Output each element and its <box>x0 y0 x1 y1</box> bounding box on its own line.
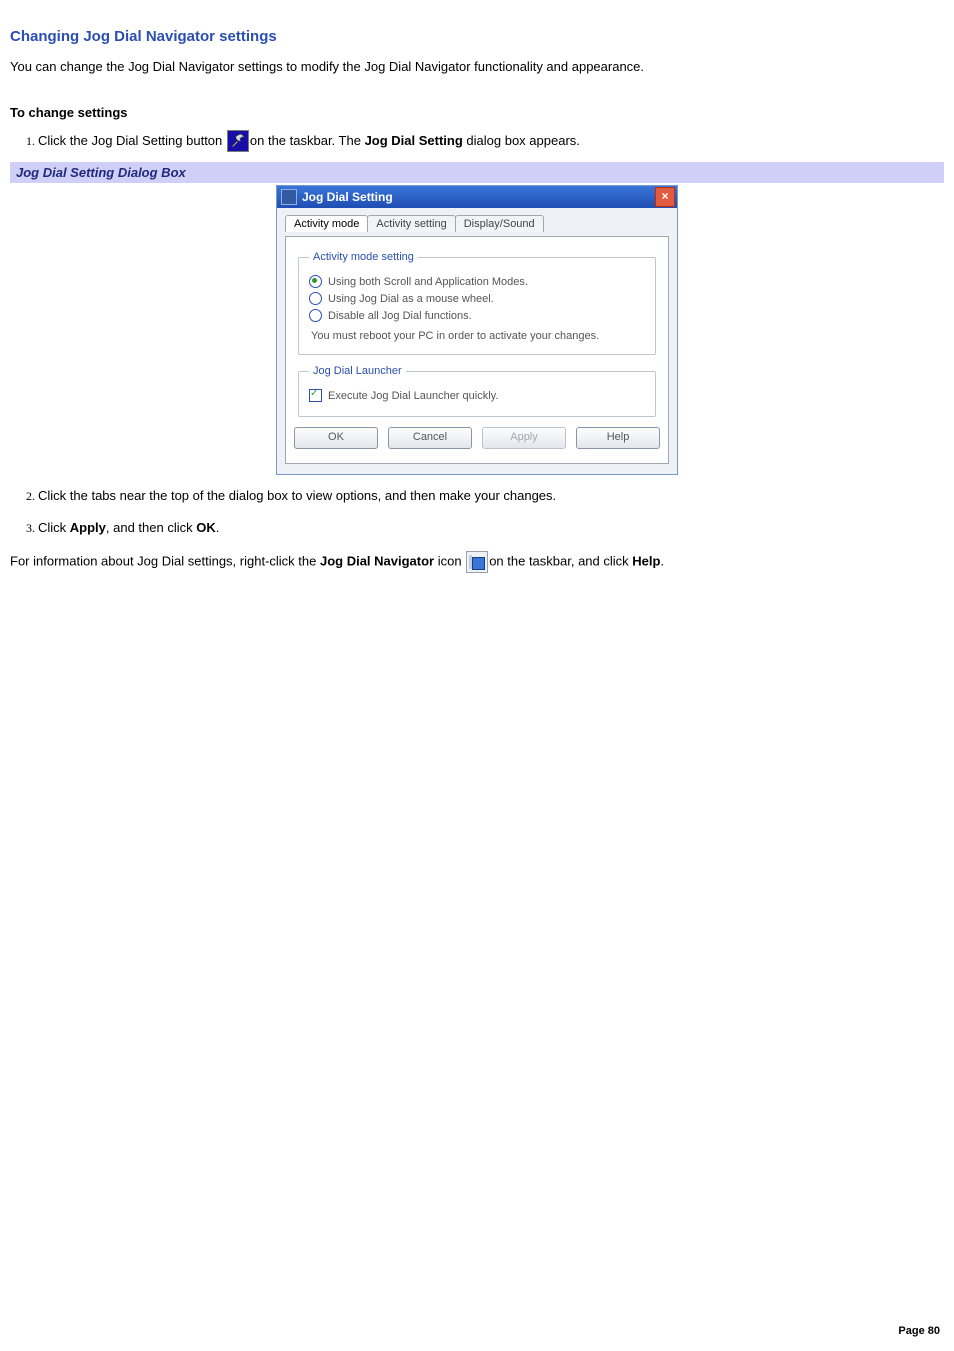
step3-apply: Apply <box>70 520 106 535</box>
activity-mode-fieldset: Activity mode setting Using both Scroll … <box>298 251 656 355</box>
option-label: Execute Jog Dial Launcher quickly. <box>328 390 498 402</box>
ok-button[interactable]: OK <box>294 427 378 449</box>
steps-list: Click the Jog Dial Setting button on the… <box>38 130 944 153</box>
option-label: Using Jog Dial as a mouse wheel. <box>328 293 494 305</box>
step3-end: . <box>216 520 220 535</box>
final-end: . <box>660 554 664 569</box>
option-mouse-wheel[interactable]: Using Jog Dial as a mouse wheel. <box>309 292 645 305</box>
final-help: Help <box>632 554 660 569</box>
reboot-hint: You must reboot your PC in order to acti… <box>311 330 643 342</box>
option-disable-all[interactable]: Disable all Jog Dial functions. <box>309 309 645 322</box>
apply-button[interactable]: Apply <box>482 427 566 449</box>
step-3: Click Apply, and then click OK. <box>38 517 944 539</box>
activity-mode-legend: Activity mode setting <box>309 251 418 263</box>
radio-icon[interactable] <box>309 275 322 288</box>
step1-text-a: Click the Jog Dial Setting button <box>38 133 226 148</box>
tab-display-sound[interactable]: Display/Sound <box>455 215 544 232</box>
steps-list-cont: Click the tabs near the top of the dialo… <box>38 485 944 539</box>
cancel-button[interactable]: Cancel <box>388 427 472 449</box>
dialog-button-row: OK Cancel Apply Help <box>298 427 656 449</box>
figure-caption: Jog Dial Setting Dialog Box <box>10 162 944 183</box>
dialog-titlebar: Jog Dial Setting × <box>277 186 677 208</box>
dialog-body: Activity modeActivity settingDisplay/Sou… <box>277 208 677 474</box>
final-c: on the taskbar, and click <box>489 554 632 569</box>
final-mid: icon <box>434 554 465 569</box>
page-title: Changing Jog Dial Navigator settings <box>10 28 944 45</box>
step3-a: Click <box>38 520 70 535</box>
jog-dial-setting-dialog: Jog Dial Setting × Activity modeActivity… <box>276 185 678 475</box>
step-1: Click the Jog Dial Setting button on the… <box>38 130 944 153</box>
launcher-legend: Jog Dial Launcher <box>309 365 406 377</box>
page-number: Page 80 <box>898 1325 940 1337</box>
option-label: Using both Scroll and Application Modes. <box>328 276 528 288</box>
navigator-icon <box>466 551 488 573</box>
wrench-icon <box>227 130 249 152</box>
tab-activity-mode[interactable]: Activity mode <box>285 215 368 232</box>
dialog-title: Jog Dial Setting <box>302 190 655 204</box>
final-a: For information about Jog Dial settings,… <box>10 554 320 569</box>
tab-panel: Activity mode setting Using both Scroll … <box>285 236 669 464</box>
launcher-fieldset: Jog Dial Launcher Execute Jog Dial Launc… <box>298 365 656 417</box>
subhead: To change settings <box>10 105 944 120</box>
tabs-row: Activity modeActivity settingDisplay/Sou… <box>285 214 669 236</box>
dialog-title-icon <box>281 189 297 205</box>
close-icon[interactable]: × <box>655 187 675 207</box>
intro-text: You can change the Jog Dial Navigator se… <box>10 57 944 77</box>
option-both-modes[interactable]: Using both Scroll and Application Modes. <box>309 275 645 288</box>
checkbox-icon[interactable] <box>309 389 322 402</box>
radio-icon[interactable] <box>309 309 322 322</box>
step1-text-c: dialog box appears. <box>463 133 580 148</box>
figure: Jog Dial Setting × Activity modeActivity… <box>10 185 944 475</box>
radio-icon[interactable] <box>309 292 322 305</box>
option-execute-quickly[interactable]: Execute Jog Dial Launcher quickly. <box>309 389 645 402</box>
step3-ok: OK <box>196 520 216 535</box>
tab-activity-setting[interactable]: Activity setting <box>367 215 455 232</box>
step1-bold: Jog Dial Setting <box>365 133 463 148</box>
option-label: Disable all Jog Dial functions. <box>328 310 472 322</box>
step-2: Click the tabs near the top of the dialo… <box>38 485 944 507</box>
help-button[interactable]: Help <box>576 427 660 449</box>
step1-text-b: on the taskbar. The <box>250 133 365 148</box>
final-paragraph: For information about Jog Dial settings,… <box>10 551 944 573</box>
step3-mid: , and then click <box>106 520 196 535</box>
final-jog-dial: Jog Dial Navigator <box>320 554 434 569</box>
